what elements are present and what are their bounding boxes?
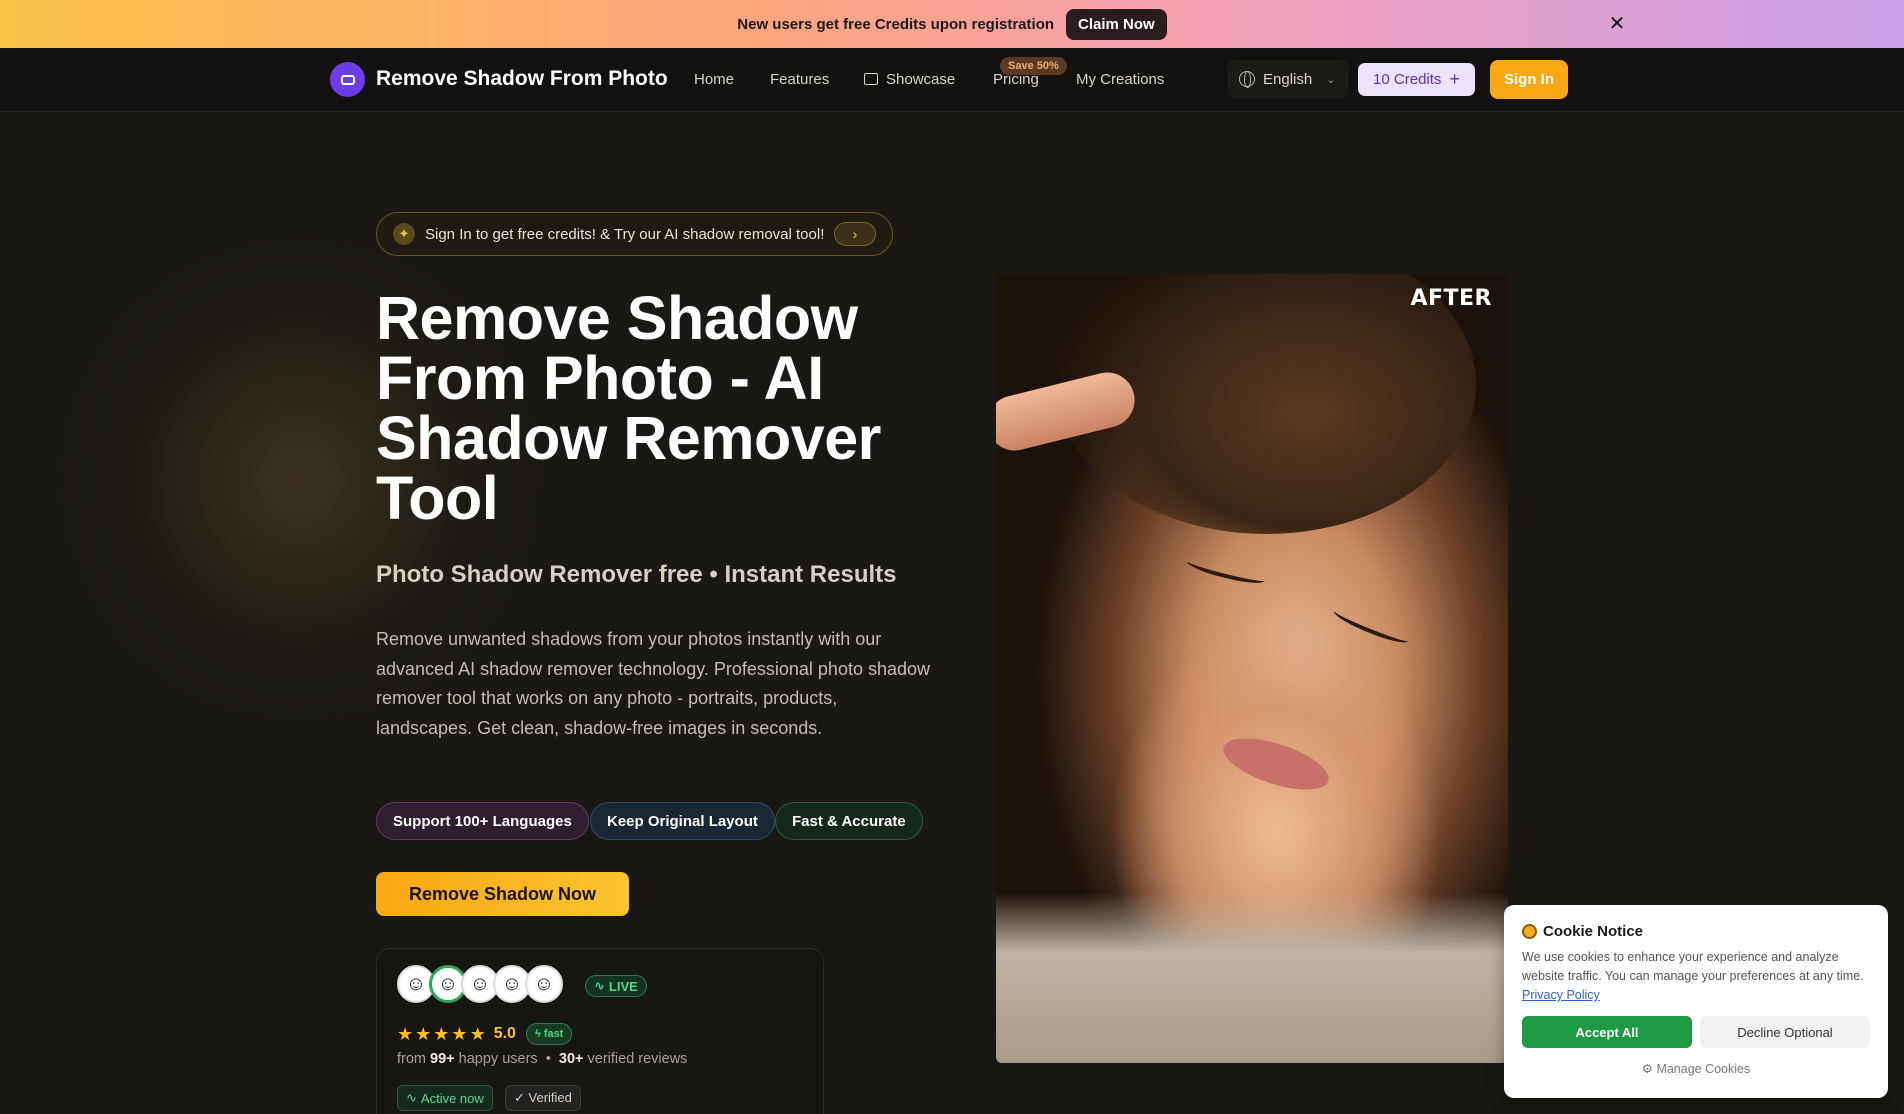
cookie-title-label: Cookie Notice <box>1543 923 1644 940</box>
users-count: 99+ <box>430 1051 455 1067</box>
avatar: ☺ <box>525 965 563 1003</box>
decline-optional-button[interactable]: Decline Optional <box>1700 1016 1870 1048</box>
live-label: LIVE <box>608 978 638 994</box>
accept-all-button[interactable]: Accept All <box>1522 1016 1692 1048</box>
cookie-notice: Cookie Notice We use cookies to enhance … <box>1504 905 1888 1098</box>
credits-label: 10 Credits <box>1373 71 1442 88</box>
separator: • <box>545 1051 551 1067</box>
pill-text: Sign In to get free credits! & Try our A… <box>425 225 825 243</box>
cookie-body-text: We use cookies to enhance your experienc… <box>1522 950 1864 983</box>
credits-button[interactable]: 10 Credits + <box>1358 63 1475 96</box>
rating-stars: ★ ★ ★ ★ ★ 5.0 ϟ fast <box>397 1023 573 1045</box>
activity-icon: ∿ <box>406 1090 417 1105</box>
navbar: Remove Shadow From Photo Home Features S… <box>0 48 1904 112</box>
social-proof-card: ☺ ☺ ☺ ☺ ☺ ∿ LIVE ★ ★ ★ ★ ★ 5.0 ϟ fast fr… <box>376 948 824 1114</box>
cookie-body: We use cookies to enhance your experienc… <box>1522 948 1872 1005</box>
live-badge: ∿ LIVE <box>585 975 647 997</box>
language-selector[interactable]: English ⌄ <box>1227 60 1349 98</box>
users-summary: from 99+ happy users • 30+ verified revi… <box>397 1051 687 1067</box>
plus-icon: + <box>1449 69 1460 89</box>
chevron-down-icon: ⌄ <box>1326 73 1336 86</box>
sign-in-button[interactable]: Sign In <box>1490 60 1568 99</box>
gallery-icon <box>864 73 878 85</box>
signin-promo-pill[interactable]: ✦ Sign In to get free credits! & Try our… <box>376 212 893 256</box>
photo-sweater <box>996 893 1508 1063</box>
cookie-title: Cookie Notice <box>1522 923 1643 940</box>
after-preview-image: AFTER <box>996 274 1508 1063</box>
active-label: Active now <box>420 1090 484 1106</box>
sparkle-icon: ✦ <box>393 223 415 245</box>
save-badge: Save 50% <box>1000 57 1067 75</box>
star-icon: ★ <box>397 1023 414 1044</box>
photo-eye-left <box>1185 554 1267 588</box>
nav-link-showcase-label: Showcase <box>886 71 956 88</box>
verified-badge: ✓ Verified <box>505 1085 581 1111</box>
manage-cookies-label: Manage Cookies <box>1656 1062 1751 1076</box>
fast-badge: ϟ fast <box>525 1023 573 1045</box>
fast-label: fast <box>543 1028 564 1040</box>
star-icon: ★ <box>451 1023 468 1044</box>
chevron-right-icon[interactable]: › <box>834 222 876 246</box>
reviews-suffix: verified reviews <box>587 1051 688 1067</box>
manage-cookies-link[interactable]: ⚙ Manage Cookies <box>1504 1061 1888 1076</box>
nav-link-features[interactable]: Features <box>770 71 829 88</box>
avatar-group: ☺ ☺ ☺ ☺ ☺ <box>397 965 563 1003</box>
bolt-icon: ϟ <box>534 1028 541 1040</box>
rating-value: 5.0 <box>493 1025 516 1042</box>
photo-lips <box>1217 727 1335 801</box>
users-prefix: from <box>397 1051 426 1067</box>
cookie-icon <box>1522 924 1537 939</box>
hero-description: Remove unwanted shadows from your photos… <box>376 629 931 738</box>
close-icon[interactable]: ✕ <box>1605 12 1629 36</box>
claim-now-button[interactable]: Claim Now <box>1066 8 1167 40</box>
logo-text[interactable]: Remove Shadow From Photo <box>376 67 668 91</box>
photo-eye-right <box>1331 604 1411 648</box>
star-icon: ★ <box>469 1023 486 1044</box>
logo-icon[interactable] <box>330 62 365 97</box>
star-icon: ★ <box>433 1023 450 1044</box>
users-suffix: happy users <box>458 1051 538 1067</box>
nav-link-home[interactable]: Home <box>694 71 734 88</box>
star-icon: ★ <box>415 1023 432 1044</box>
promo-text: New users get free Credits upon registra… <box>737 15 1055 33</box>
reviews-count: 30+ <box>558 1051 584 1067</box>
feature-tag-layout: Keep Original Layout <box>590 802 775 840</box>
globe-icon <box>1239 71 1255 88</box>
page-title: Remove Shadow From Photo - AI Shadow Rem… <box>376 284 881 532</box>
after-label: AFTER <box>1410 286 1492 311</box>
privacy-policy-link[interactable]: Privacy Policy <box>1522 988 1600 1002</box>
feature-tag-fast: Fast & Accurate <box>775 802 923 840</box>
hero-subtitle: Photo Shadow Remover free • Instant Resu… <box>376 561 897 588</box>
language-label: English <box>1263 70 1313 88</box>
activity-icon: ∿ <box>594 978 605 993</box>
settings-icon: ⚙ <box>1641 1062 1653 1076</box>
nav-link-showcase[interactable]: Showcase <box>864 71 955 88</box>
remove-shadow-now-button[interactable]: Remove Shadow Now <box>376 872 629 916</box>
active-now-badge: ∿ Active now <box>397 1085 493 1111</box>
nav-link-my-creations[interactable]: My Creations <box>1076 71 1164 88</box>
feature-tag-languages: Support 100+ Languages <box>376 802 589 840</box>
promo-banner: New users get free Credits upon registra… <box>0 0 1904 48</box>
